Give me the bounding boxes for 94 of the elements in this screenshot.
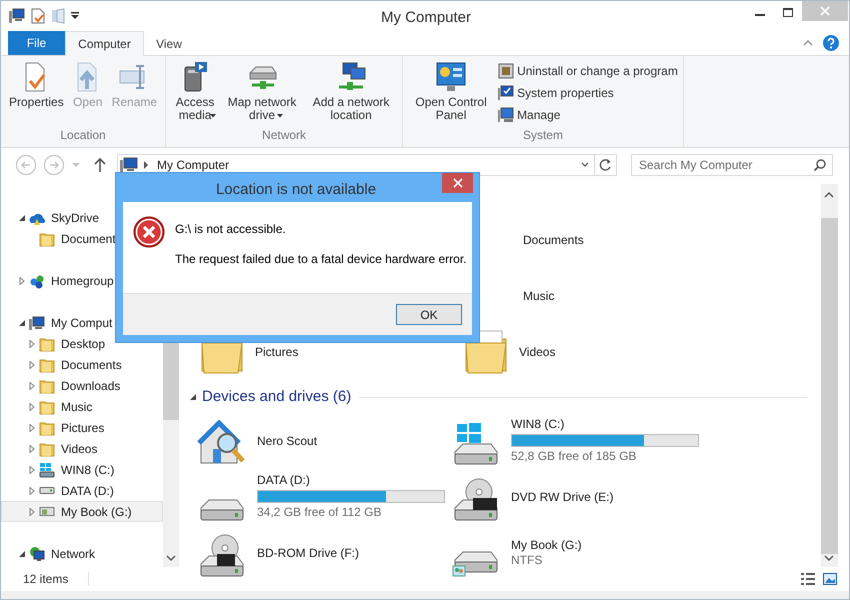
collapse-icon[interactable] bbox=[189, 393, 197, 402]
uninstall-icon bbox=[498, 62, 514, 78]
computer-icon[interactable] bbox=[9, 8, 25, 24]
ribbon-group-label: System bbox=[522, 127, 564, 144]
collapsed-arrow-icon[interactable] bbox=[29, 340, 35, 348]
collapse-ribbon-icon[interactable] bbox=[803, 40, 813, 46]
folder-icon bbox=[39, 378, 55, 394]
scroll-down-icon[interactable] bbox=[166, 555, 176, 561]
search-field[interactable]: Search My Computer bbox=[631, 154, 833, 176]
manage-computer-icon bbox=[498, 106, 514, 122]
nav-item[interactable]: Videos bbox=[1, 438, 163, 459]
system-properties-icon bbox=[498, 84, 514, 100]
folder-icon bbox=[39, 398, 55, 414]
error-icon bbox=[133, 216, 165, 248]
nav-item[interactable]: DATA (D:) bbox=[1, 480, 163, 501]
close-button[interactable] bbox=[442, 173, 473, 193]
window-title: My Computer bbox=[380, 8, 472, 28]
expanded-arrow-icon[interactable] bbox=[19, 214, 25, 220]
close-icon bbox=[820, 6, 830, 16]
folder-icon bbox=[465, 330, 507, 374]
collapsed-arrow-icon[interactable] bbox=[29, 508, 35, 516]
homegroup-icon bbox=[29, 272, 45, 288]
folder-icon bbox=[39, 356, 55, 372]
network-drive-icon bbox=[39, 507, 55, 516]
ribbon-button[interactable]: Add a network location bbox=[305, 61, 398, 122]
address-path: My Computer bbox=[157, 157, 230, 174]
collapsed-arrow-icon[interactable] bbox=[29, 486, 35, 494]
computer-icon bbox=[120, 157, 138, 173]
drive-item[interactable]: My Book (G:) NTFS bbox=[451, 528, 582, 576]
collapsed-arrow-icon[interactable] bbox=[29, 466, 35, 474]
group-heading: Devices and drives (6) bbox=[202, 387, 352, 407]
drive-icon bbox=[39, 487, 55, 494]
scroll-down-icon[interactable] bbox=[824, 555, 834, 561]
error-detail: The request failed due to a fatal device hardware error. bbox=[175, 251, 467, 268]
nav-item[interactable]: Music bbox=[1, 396, 163, 417]
nav-item[interactable]: WIN8 (C:) bbox=[1, 459, 163, 480]
breadcrumb-arrow-icon bbox=[143, 161, 149, 169]
ribbon-group-label: Network bbox=[261, 127, 308, 144]
customize-toolbar-icon[interactable] bbox=[71, 12, 79, 20]
drive-item[interactable]: Nero Scout bbox=[197, 416, 318, 464]
ok-button[interactable]: OK bbox=[396, 304, 462, 325]
windows-drive-icon bbox=[39, 462, 55, 478]
house-magnifier-icon bbox=[197, 420, 245, 464]
expanded-arrow-icon[interactable] bbox=[19, 550, 25, 556]
drive-item[interactable]: DVD RW Drive (E:) bbox=[451, 472, 614, 520]
folder-icon bbox=[39, 230, 55, 246]
nav-item[interactable]: My Comput bbox=[1, 312, 163, 333]
drive-item[interactable]: WIN8 (C:) 52,8 GB free of 185 GB bbox=[451, 416, 699, 464]
nav-item[interactable]: Pictures bbox=[1, 417, 163, 438]
collapsed-arrow-icon[interactable] bbox=[29, 402, 35, 410]
folder-icon bbox=[39, 420, 55, 436]
search-icon[interactable] bbox=[813, 158, 827, 172]
collapsed-arrow-icon[interactable] bbox=[29, 360, 35, 368]
nav-item[interactable]: Downloads bbox=[1, 375, 163, 396]
control-panel-icon bbox=[435, 61, 468, 93]
ribbon-group-label: Location bbox=[59, 127, 107, 144]
folder-icon bbox=[39, 336, 55, 352]
ribbon-small-button[interactable]: Uninstall or change a program bbox=[498, 62, 678, 79]
ribbon-small-button[interactable]: Manage bbox=[498, 106, 678, 123]
ribbon-small-button[interactable]: System properties bbox=[498, 84, 678, 101]
large-icons-view-icon[interactable] bbox=[823, 573, 837, 585]
file-tab[interactable]: File bbox=[8, 31, 65, 55]
up-button[interactable] bbox=[93, 157, 107, 173]
nav-item[interactable]: My Book (G:) bbox=[1, 501, 163, 522]
nav-item[interactable]: SkyDrive bbox=[1, 207, 163, 228]
collapsed-arrow-icon[interactable] bbox=[29, 424, 35, 432]
collapsed-arrow-icon[interactable] bbox=[29, 382, 35, 390]
collapsed-arrow-icon[interactable] bbox=[19, 276, 25, 284]
nav-item[interactable]: Network bbox=[1, 543, 163, 564]
collapsed-arrow-icon[interactable] bbox=[29, 444, 35, 452]
error-message: G:\ is not accessible. bbox=[175, 221, 287, 238]
close-icon bbox=[452, 178, 462, 188]
expanded-arrow-icon[interactable] bbox=[19, 320, 25, 326]
network-icon bbox=[29, 546, 45, 562]
dialog-title: Location is not available bbox=[214, 180, 378, 200]
drive-item[interactable]: DATA (D:) 34,2 GB free of 112 GB bbox=[197, 472, 445, 520]
scroll-up-icon[interactable] bbox=[824, 192, 834, 198]
nav-item[interactable]: Document bbox=[1, 228, 163, 249]
drive-item[interactable]: BD-ROM Drive (F:) bbox=[197, 528, 359, 576]
nav-item[interactable]: Homegroup bbox=[1, 270, 163, 291]
computer-icon bbox=[29, 314, 45, 330]
folder-icon bbox=[39, 440, 55, 456]
ribbon-button[interactable]: Properties bbox=[6, 61, 67, 109]
ribbon-tab[interactable]: Computer bbox=[65, 31, 144, 56]
properties-icon[interactable] bbox=[31, 8, 45, 24]
nav-item[interactable]: Documents bbox=[1, 354, 163, 375]
details-view-icon[interactable] bbox=[801, 573, 815, 585]
ribbon-button[interactable]: Open Control Panel bbox=[408, 61, 494, 122]
nav-item[interactable]: Desktop bbox=[1, 333, 163, 354]
help-icon[interactable] bbox=[823, 35, 839, 51]
ribbon-button[interactable]: Map network drive bbox=[221, 61, 304, 118]
item-count: 12 items bbox=[23, 571, 68, 588]
ribbon-tab[interactable]: View bbox=[144, 31, 194, 56]
ribbon-button[interactable]: Access media bbox=[171, 61, 220, 118]
